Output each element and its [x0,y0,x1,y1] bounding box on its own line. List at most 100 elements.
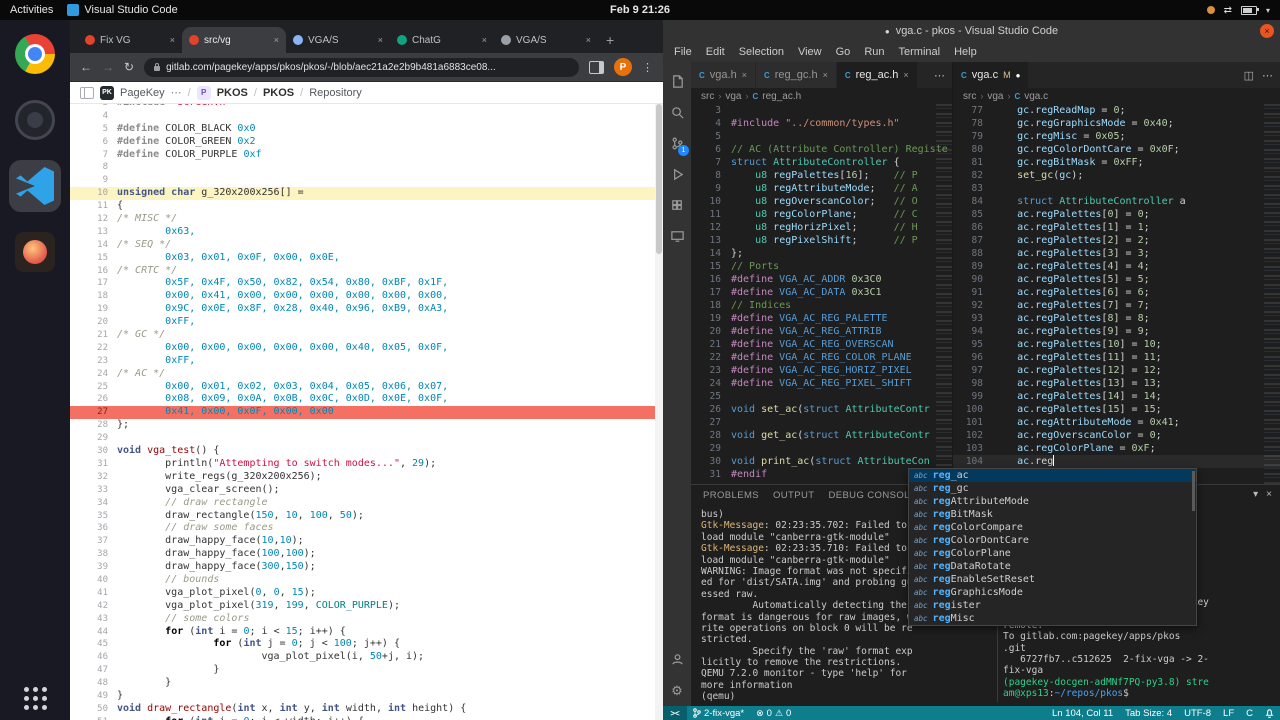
line-number[interactable]: 28 [70,419,117,432]
suggestion-item[interactable]: abc regColorPlane [909,547,1196,560]
browser-tab[interactable]: VGA/S × [494,27,598,53]
line-number[interactable]: 82 [953,169,993,182]
line-number[interactable]: 15 [691,260,731,273]
line-number[interactable]: 91 [953,286,993,299]
breadcrumb-project-group[interactable]: PKOS [217,87,248,99]
line-number[interactable]: 19 [70,303,117,316]
line-number[interactable]: 10 [691,195,731,208]
settings-gear-icon[interactable]: ⚙ [663,675,691,706]
line-number[interactable]: 31 [70,458,117,471]
line-number[interactable]: 41 [70,587,117,600]
line-number[interactable]: 9 [691,182,731,195]
line-number[interactable]: 101 [953,416,993,429]
menu-terminal[interactable]: Terminal [892,42,948,62]
eol-sequence[interactable]: LF [1217,708,1240,719]
line-number[interactable]: 83 [953,182,993,195]
line-number[interactable]: 26 [691,403,731,416]
dock-item-chrome[interactable] [9,28,61,80]
line-number[interactable]: 18 [691,299,731,312]
editor-tab[interactable]: Cvga.c M ● [953,62,1030,88]
line-number[interactable]: 16 [70,265,117,278]
line-number[interactable]: 28 [691,429,731,442]
line-number[interactable]: 6 [691,143,731,156]
suggestion-item[interactable]: abc regDataRotate [909,560,1196,573]
run-debug-icon[interactable] [663,159,691,190]
line-number[interactable]: 10 [70,187,117,200]
line-number[interactable]: 90 [953,273,993,286]
line-number[interactable]: 15 [70,252,117,265]
tab-close-icon[interactable]: × [586,35,591,45]
line-number[interactable]: 22 [70,342,117,355]
line-number[interactable]: 4 [691,117,731,130]
browser-tab[interactable]: ChatG × [390,27,494,53]
line-number[interactable]: 79 [953,130,993,143]
line-number[interactable]: 27 [70,406,117,419]
suggestion-item[interactable]: abc reg_gc [909,482,1196,495]
breadcrumb-section[interactable]: Repository [309,87,362,99]
line-number[interactable]: 47 [70,664,117,677]
panel-chevron-icon[interactable]: ▾ [1253,489,1258,500]
line-number[interactable]: 39 [70,561,117,574]
line-number[interactable]: 100 [953,403,993,416]
line-number[interactable]: 33 [70,484,117,497]
line-number[interactable]: 42 [70,600,117,613]
line-number[interactable]: 84 [953,195,993,208]
line-number[interactable]: 80 [953,143,993,156]
line-number[interactable]: 23 [691,364,731,377]
editor-tab[interactable]: Creg_ac.h × [836,62,918,88]
line-number[interactable]: 19 [691,312,731,325]
remote-indicator[interactable]: >< [663,706,687,720]
clock[interactable]: Feb 9 21:26 [610,4,670,16]
line-number[interactable]: 21 [691,338,731,351]
system-menu-chevron-icon[interactable]: ▾ [1266,6,1270,15]
menu-selection[interactable]: Selection [732,42,791,62]
dock-item-orange-app[interactable] [9,226,61,278]
line-number[interactable]: 81 [953,156,993,169]
browser-scrollbar[interactable] [655,104,663,720]
menu-edit[interactable]: Edit [699,42,732,62]
line-number[interactable]: 21 [70,329,117,342]
line-number[interactable]: 96 [953,351,993,364]
accounts-icon[interactable] [663,644,691,675]
line-number[interactable]: 103 [953,442,993,455]
dock-item-vscode[interactable] [9,160,61,212]
url-text[interactable]: gitlab.com/pagekey/apps/pkos/pkos/-/blob… [166,62,496,73]
line-number[interactable]: 37 [70,535,117,548]
line-number[interactable]: 13 [70,226,117,239]
line-number[interactable]: 34 [70,497,117,510]
line-number[interactable]: 85 [953,208,993,221]
cursor-position[interactable]: Ln 104, Col 11 [1046,708,1119,719]
line-number[interactable]: 35 [70,510,117,523]
line-number[interactable]: 11 [70,200,117,213]
line-number[interactable]: 30 [691,455,731,468]
browser-tab[interactable]: VGA/S × [286,27,390,53]
line-number[interactable]: 86 [953,221,993,234]
suggestion-item[interactable]: abc regBitMask [909,508,1196,521]
line-number[interactable]: 5 [691,130,731,143]
line-number[interactable]: 36 [70,522,117,535]
reload-button[interactable]: ↻ [124,60,134,74]
line-number[interactable]: 3 [691,104,731,117]
line-number[interactable]: 4 [70,110,117,123]
language-mode[interactable]: C [1240,708,1259,719]
line-number[interactable]: 7 [70,149,117,162]
line-number[interactable]: 44 [70,626,117,639]
remote-explorer-icon[interactable] [663,221,691,252]
line-number[interactable]: 45 [70,638,117,651]
address-bar[interactable]: gitlab.com/pagekey/apps/pkos/pkos/-/blob… [144,57,579,77]
line-number[interactable]: 18 [70,290,117,303]
tab-close-icon[interactable]: × [903,70,908,80]
line-number[interactable]: 17 [691,286,731,299]
line-number[interactable]: 50 [70,703,117,716]
tab-close-icon[interactable]: × [823,70,828,80]
extensions-icon[interactable] [663,190,691,221]
breadcrumb-group[interactable]: PageKey [120,87,165,99]
panel-close-icon[interactable]: × [1266,489,1272,500]
line-number[interactable]: 29 [70,432,117,445]
line-number[interactable]: 5 [70,123,117,136]
line-number[interactable]: 22 [691,351,731,364]
line-number[interactable]: 11 [691,208,731,221]
line-number[interactable]: 27 [691,416,731,429]
suggestion-item[interactable]: abc register [909,599,1196,612]
breadcrumb-ellipsis[interactable]: ⋯ [171,86,182,99]
